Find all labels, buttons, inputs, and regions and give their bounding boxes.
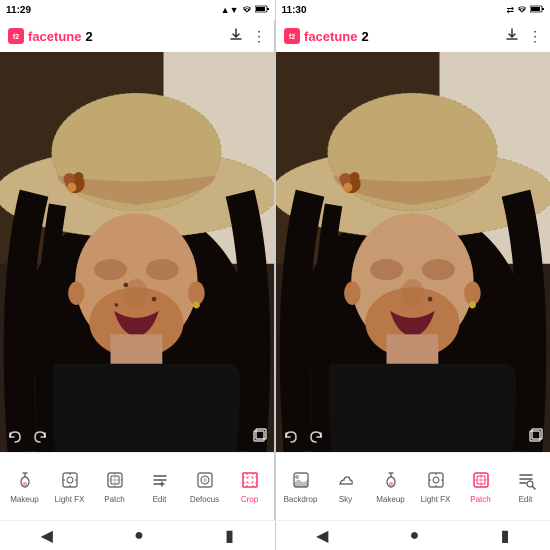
svg-text:f2: f2 [13,34,19,41]
undo-btn-right[interactable] [281,427,301,447]
left-logo-suffix: 2 [85,29,92,44]
right-photo-controls [281,427,326,447]
battery-icon-right [530,5,544,15]
makeup-icon-left [15,470,35,493]
makeup-icon-right [381,470,401,493]
wifi-icon-left [242,4,252,16]
left-header: f2 facetune 2 ⋮ [0,20,274,52]
status-icons-right: ⇄ [506,4,544,16]
more-icon-left[interactable]: ⋮ [252,28,266,45]
right-panel: f2 facetune 2 ⋮ [275,20,550,520]
status-icons-left: ▲▼ [221,4,269,16]
left-logo: f2 facetune 2 [8,28,93,44]
main-area: f2 facetune 2 ⋮ [0,20,550,520]
patch-label-left: Patch [104,495,124,504]
status-bar-right-panel: 11:30 ⇄ [276,0,550,20]
nav-bar-left: ◀ ● ▮ [0,521,276,550]
patch-icon-right [471,470,491,493]
status-bar-left-panel: 11:29 ▲▼ [0,0,276,20]
crop-label-left: Crop [241,495,258,504]
backdrop-label-right: Backdrop [284,495,318,504]
sync-icon-right: ⇄ [506,5,514,16]
toolbar-item-crop-left[interactable]: Crop [227,468,272,506]
right-toolbar: Backdrop Sky Makeup Light FX [276,452,550,520]
lightfx-icon-right [426,470,446,493]
right-photo-area [276,52,550,452]
toolbar-item-makeup-left[interactable]: Makeup [2,468,47,506]
left-photo [0,52,274,452]
edit-icon-left [150,470,170,493]
status-bar: 11:29 ▲▼ 11:30 ⇄ [0,0,550,20]
nav-bar-right: ◀ ● ▮ [276,521,550,550]
more-icon-right[interactable]: ⋮ [528,28,542,45]
right-header: f2 facetune 2 ⋮ [276,20,550,52]
sky-label-right: Sky [339,495,352,504]
duplicate-btn-left[interactable] [251,426,269,447]
nav-menu-left[interactable]: ▮ [225,526,234,546]
left-header-icons: ⋮ [228,27,266,46]
left-panel: f2 facetune 2 ⋮ [0,20,275,520]
defocus-icon-left [195,470,215,493]
undo-btn-left[interactable] [5,427,25,447]
crop-icon-left [240,470,260,493]
svg-text:f2: f2 [289,34,295,41]
signal-icon-left: ▲▼ [221,5,239,15]
toolbar-item-lightfx-left[interactable]: Light FX [47,468,92,506]
toolbar-item-sky-right[interactable]: Sky [323,468,368,506]
wifi-icon-right [517,4,527,16]
right-logo-icon: f2 [284,28,300,44]
download-icon-right[interactable] [504,27,520,46]
redo-btn-left[interactable] [30,427,50,447]
right-logo-text: facetune [304,29,357,44]
left-photo-area [0,52,274,452]
sky-icon-right [336,470,356,493]
redo-btn-right[interactable] [306,427,326,447]
left-photo-controls [5,427,50,447]
download-icon-left[interactable] [228,27,244,46]
left-logo-text: facetune [28,29,81,44]
nav-home-left[interactable]: ● [134,527,144,545]
edit-icon-right [516,470,536,493]
left-toolbar: Makeup Light FX Patch Edit [0,452,274,520]
battery-icon-left [255,5,269,15]
right-header-icons: ⋮ [504,27,542,46]
lightfx-label-left: Light FX [55,495,85,504]
edit-label-left: Edit [153,495,167,504]
duplicate-btn-right[interactable] [527,426,545,447]
patch-label-right: Patch [470,495,490,504]
nav-bar: ◀ ● ▮ ◀ ● ▮ [0,520,550,550]
toolbar-item-lightfx-right[interactable]: Light FX [413,468,458,506]
toolbar-item-edit-right[interactable]: Edit [503,468,548,506]
toolbar-item-patch-left[interactable]: Patch [92,468,137,506]
toolbar-item-makeup-right[interactable]: Makeup [368,468,413,506]
makeup-label-right: Makeup [376,495,404,504]
makeup-label-left: Makeup [10,495,38,504]
toolbar-item-defocus-left[interactable]: Defocus [182,468,227,506]
nav-menu-right[interactable]: ▮ [501,526,510,546]
nav-back-left[interactable]: ◀ [41,526,53,546]
toolbar-item-patch-right[interactable]: Patch [458,468,503,506]
lightfx-icon-left [60,470,80,493]
defocus-label-left: Defocus [190,495,219,504]
edit-label-right: Edit [519,495,533,504]
right-logo: f2 facetune 2 [284,28,369,44]
patch-icon-left [105,470,125,493]
lightfx-label-right: Light FX [421,495,451,504]
toolbar-item-edit-left[interactable]: Edit [137,468,182,506]
toolbar-item-backdrop-right[interactable]: Backdrop [278,468,323,506]
backdrop-icon-right [291,470,311,493]
left-logo-icon: f2 [8,28,24,44]
nav-back-right[interactable]: ◀ [316,526,328,546]
right-photo [276,52,550,452]
time-right: 11:30 [282,5,307,16]
nav-home-right[interactable]: ● [410,527,420,545]
right-logo-suffix: 2 [361,29,368,44]
time-left: 11:29 [6,5,31,16]
